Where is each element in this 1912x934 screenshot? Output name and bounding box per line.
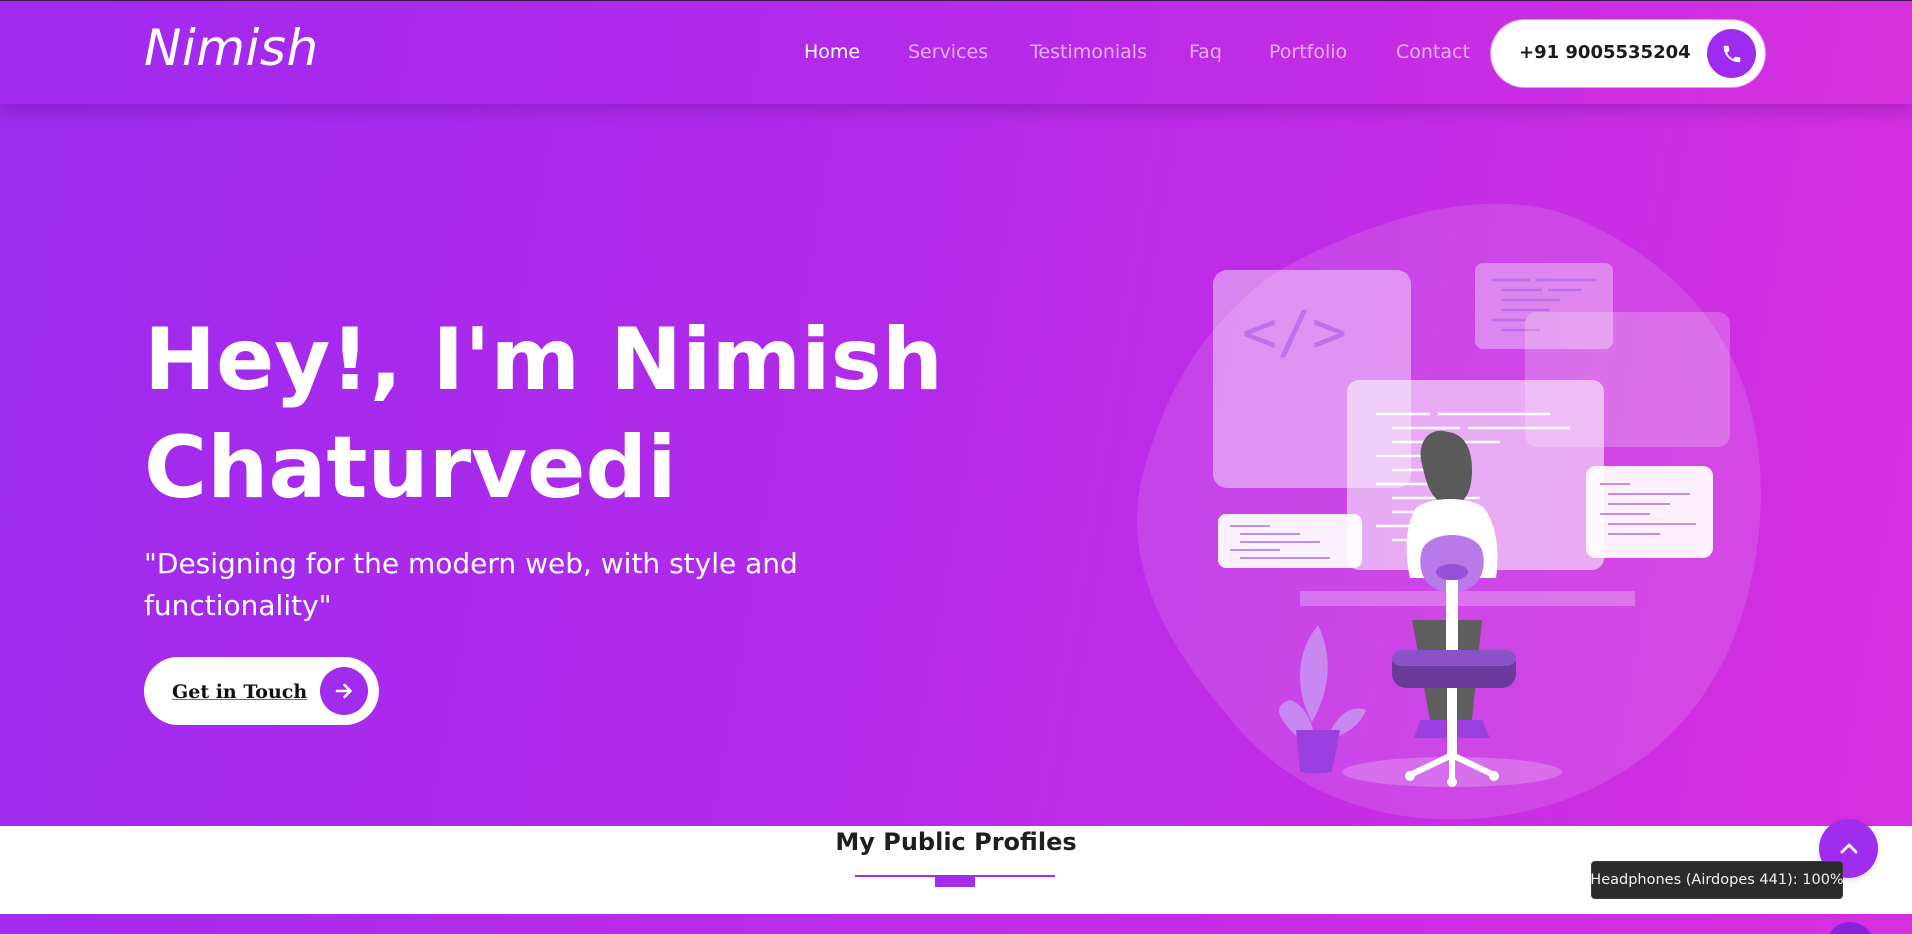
arrow-right-icon [320,667,368,715]
phone-button[interactable]: +91 9005535204 [1491,20,1765,87]
nav-item-home[interactable]: Home [804,41,860,63]
get-in-touch-button[interactable]: Get in Touch [144,657,379,725]
nav-item-faq[interactable]: Faq [1189,41,1222,63]
hero-section: Hey!, I'm Nimish Chaturvedi "Designing f… [0,0,1912,826]
code-tag-text: </> [1242,298,1347,366]
hero-title: Hey!, I'm Nimish Chaturvedi [144,306,943,522]
phone-number: +91 9005535204 [1519,42,1691,63]
section-title-underline-accent [935,876,975,887]
hero-title-line-1: Hey!, I'm Nimish [144,310,944,410]
phone-icon [1707,29,1756,78]
nav-item-contact[interactable]: Contact [1396,41,1470,63]
hero-title-line-2: Chaturvedi [144,418,677,518]
developer-illustration: </> [1137,203,1761,820]
headphones-battery-tooltip: Headphones (Airdopes 441): 100% [1590,861,1844,899]
top-navbar: Nimish Home Services Testimonials Faq Po… [0,0,1912,104]
brand-logo[interactable]: Nimish [144,19,319,77]
chevron-up-icon [1840,843,1857,853]
nav-item-portfolio[interactable]: Portfolio [1269,41,1347,63]
hero-subtitle: "Designing for the modern web, with styl… [144,547,798,622]
page: Hey!, I'm Nimish Chaturvedi "Designing f… [0,0,1912,934]
nav-item-testimonials[interactable]: Testimonials [1030,41,1147,63]
public-profiles-title: My Public Profiles [835,828,1077,856]
get-in-touch-label: Get in Touch [172,681,308,703]
nav-item-services[interactable]: Services [908,41,988,63]
next-section-band [0,914,1912,934]
